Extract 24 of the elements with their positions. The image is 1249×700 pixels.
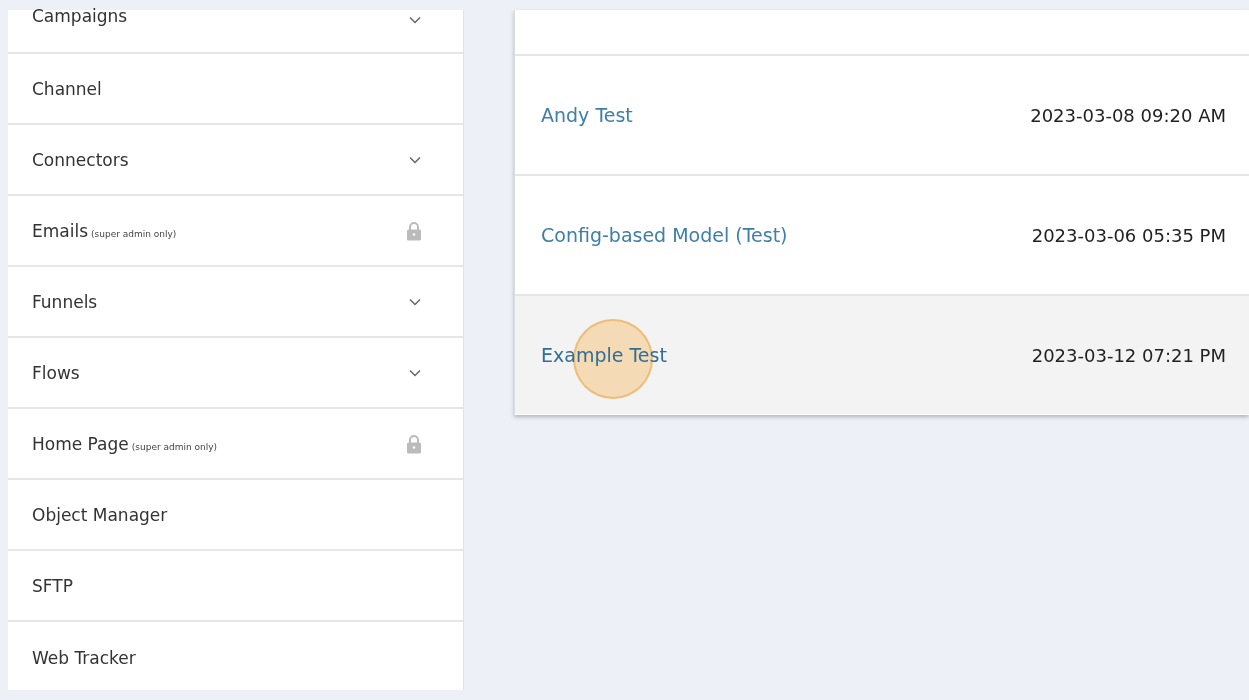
list-row[interactable]: Andy Test 2023-03-08 09:20 AM: [515, 56, 1249, 176]
chevron-down-icon: [409, 368, 421, 377]
sidebar-item[interactable]: Home Page (super admin only): [8, 409, 463, 480]
sidebar-item[interactable]: Emails (super admin only): [8, 196, 463, 267]
sidebar-item[interactable]: Funnels: [8, 267, 463, 338]
lock-icon: [407, 433, 421, 454]
sidebar-item[interactable]: Connectors: [8, 125, 463, 196]
chevron-down-icon: [409, 297, 421, 306]
chevron-down-icon: [409, 155, 421, 164]
date-text: 2023-03-08 09:20 AM: [1030, 104, 1226, 126]
sidebar-item[interactable]: Web Tracker: [8, 622, 463, 690]
date-text: 2023-03-06 05:35 PM: [1031, 224, 1226, 246]
sidebar-item[interactable]: Campaigns: [8, 10, 463, 54]
date-text: 2023-03-12 07:21 PM: [1031, 344, 1226, 366]
item-link[interactable]: Andy Test: [541, 104, 633, 126]
sidebar-item[interactable]: SFTP: [8, 551, 463, 622]
item-link[interactable]: Config-based Model (Test): [541, 224, 788, 246]
list-row[interactable]: Example Test 2023-03-12 07:21 PM: [515, 296, 1249, 414]
lock-icon: [407, 220, 421, 241]
chevron-down-icon: [409, 16, 421, 24]
sidebar-item[interactable]: Channel: [8, 54, 463, 125]
sidebar-item[interactable]: Flows: [8, 338, 463, 409]
sidebar-item[interactable]: Object Manager: [8, 480, 463, 551]
item-link[interactable]: Example Test: [541, 344, 667, 366]
